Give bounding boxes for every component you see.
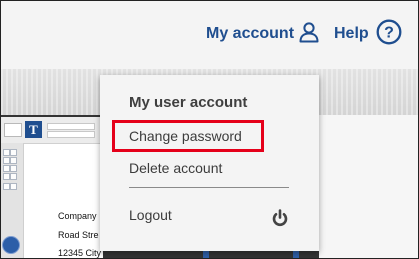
account-dropdown-menu: My user account Change password Delete a…: [100, 75, 319, 251]
question-circle-icon: ?: [376, 19, 402, 50]
top-header: My account Help ?: [1, 1, 418, 69]
sidebar-cell: [10, 157, 17, 164]
logout-item[interactable]: Logout: [129, 207, 172, 223]
help-label: Help: [334, 25, 369, 42]
sidebar-cell: [10, 165, 17, 172]
sidebar-cell: [10, 183, 17, 190]
address-line-2: Road Stre: [58, 230, 99, 240]
menu-title: My user account: [129, 94, 248, 111]
delete-account-item[interactable]: Delete account: [129, 160, 222, 176]
bar: [293, 251, 299, 258]
sidebar-cell: [3, 165, 10, 172]
logo-badge-icon: [2, 236, 20, 254]
document-editor-preview: T Company Road Stre 12345 City: [1, 117, 103, 258]
my-account-label: My account: [206, 25, 295, 42]
address-line-1: Company: [58, 211, 97, 221]
sidebar-cell: [10, 173, 17, 180]
tool-field-1: [47, 123, 95, 130]
tool-box-1: [4, 123, 22, 137]
help-link[interactable]: Help ?: [334, 19, 402, 50]
bar: [203, 251, 209, 258]
sidebar-cell: [3, 183, 10, 190]
menu-divider: [129, 187, 289, 188]
sidebar-cell: [10, 149, 17, 156]
sidebar-cell: [3, 149, 10, 156]
my-account-link[interactable]: My account: [206, 21, 320, 47]
tool-field-2: [47, 131, 95, 138]
background-side-panel: [319, 115, 418, 258]
text-tool-icon: T: [25, 121, 42, 138]
sidebar-cell: [3, 173, 10, 180]
svg-text:?: ?: [384, 24, 394, 41]
editor-sidebar: [1, 143, 24, 258]
user-icon: [298, 21, 320, 48]
sidebar-cell: [3, 157, 10, 164]
editor-toolbar: T: [1, 117, 103, 144]
address-line-3: 12345 City: [58, 248, 102, 258]
window-frame: My account Help ? T Company Road Stre 12…: [0, 0, 419, 259]
change-password-item[interactable]: Change password: [129, 128, 242, 144]
power-icon[interactable]: [270, 208, 290, 233]
background-bars: [203, 251, 319, 258]
